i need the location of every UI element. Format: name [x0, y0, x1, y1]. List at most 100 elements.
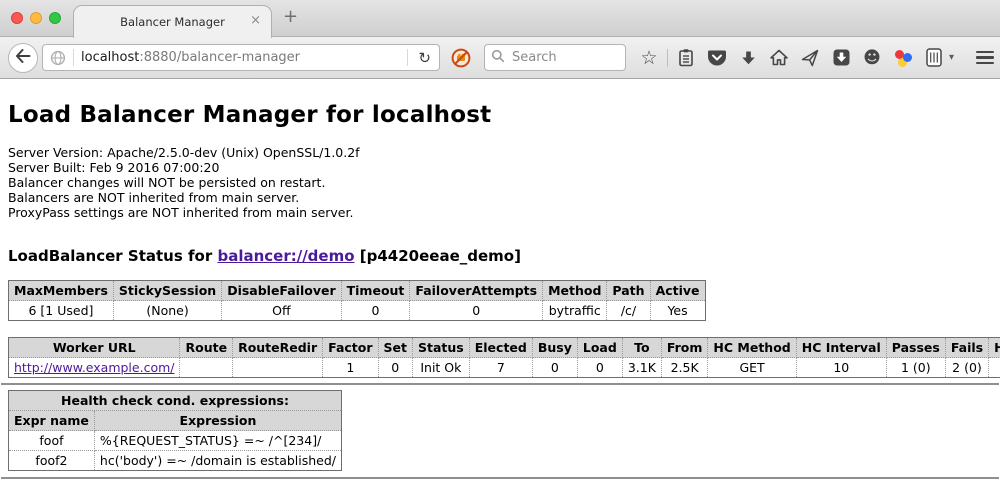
page-content: Load Balancer Manager for localhost Serv… [0, 79, 1000, 490]
back-icon [15, 48, 31, 67]
health-table-header-row: Expr name Expression [9, 411, 342, 431]
clipboard-icon[interactable] [676, 47, 696, 69]
balancer-table-row: 6 [1 Used] (None) Off 0 0 bytraffic /c/ … [9, 301, 706, 321]
smiley-icon[interactable]: ☻ [862, 47, 882, 69]
column-header: Factor [323, 338, 378, 358]
bottom-divider [1, 477, 999, 479]
zoom-window-button[interactable] [49, 12, 61, 24]
search-bar[interactable] [484, 44, 626, 71]
column-header: HC uri [989, 338, 1000, 358]
urlbar-divider [407, 49, 408, 66]
url-domain: localhost [81, 50, 139, 65]
cell-load: 0 [577, 358, 622, 378]
worker-table-row: http://www.example.com/ 1 0 Init Ok 7 0 … [9, 358, 1000, 378]
column-header: Status [413, 338, 470, 358]
cell-expression: hc('body') =~ /domain is established/ [94, 451, 341, 471]
column-header: Fails [945, 338, 988, 358]
cell-path: /c/ [607, 301, 650, 321]
search-input[interactable] [510, 49, 619, 66]
colors-icon[interactable] [893, 47, 913, 69]
url-text[interactable]: localhost:8880/balancer-manager [81, 50, 401, 65]
cell-set: 0 [378, 358, 412, 378]
column-header: Method [543, 281, 607, 301]
column-header: FailoverAttempts [410, 281, 543, 301]
column-header: RouteRedir [233, 338, 323, 358]
column-header: Path [607, 281, 650, 301]
titlebar: Balancer Manager × + [0, 0, 1000, 37]
column-header: Passes [886, 338, 945, 358]
cell-method: bytraffic [543, 301, 607, 321]
column-header: MaxMembers [9, 281, 114, 301]
dropdown-caret-icon[interactable]: ▾ [949, 52, 954, 63]
balancer-table: MaxMembers StickySession DisableFailover… [8, 280, 706, 321]
worker-table-header-row: Worker URL Route RouteRedir Factor Set S… [9, 338, 1000, 358]
url-bar[interactable]: localhost:8880/balancer-manager ↻ [42, 44, 440, 71]
column-header: Expression [94, 411, 341, 431]
send-icon[interactable] [800, 47, 820, 69]
toolbar-divider [667, 49, 668, 67]
worker-url-link[interactable]: http://www.example.com/ [14, 360, 174, 375]
new-tab-button[interactable]: + [283, 8, 298, 26]
globe-icon [50, 50, 66, 66]
home-icon[interactable] [769, 47, 789, 69]
inherit-notice-line: Balancers are NOT inherited from main se… [8, 190, 1000, 205]
column-header: Route [180, 338, 233, 358]
tab-balancer-manager[interactable]: Balancer Manager × [73, 5, 272, 38]
urlbar-divider [73, 49, 74, 66]
cell-status: Init Ok [413, 358, 470, 378]
cell-routeredir [233, 358, 323, 378]
column-header: Load [577, 338, 622, 358]
health-table-row: foof2 hc('body') =~ /domain is establish… [9, 451, 342, 471]
reload-icon[interactable]: ↻ [414, 49, 435, 67]
browser-window: Balancer Manager × + localhost:8880/bala… [0, 0, 1000, 490]
section-divider [1, 383, 999, 385]
search-icon [491, 48, 505, 67]
cell-expr-name: foof [9, 431, 95, 451]
traffic-lights [11, 12, 61, 24]
close-tab-icon[interactable]: × [250, 14, 261, 28]
container-icon[interactable] [924, 47, 944, 69]
cell-stickysession: (None) [113, 301, 221, 321]
heading-prefix: LoadBalancer Status for [8, 247, 217, 265]
balancer-demo-link[interactable]: balancer://demo [217, 247, 354, 265]
color-dots [894, 49, 912, 67]
download-arrow-icon[interactable] [738, 47, 758, 69]
balancer-status-heading: LoadBalancer Status for balancer://demo … [8, 247, 1000, 265]
server-built-line: Server Built: Feb 9 2016 07:00:20 [8, 160, 1000, 175]
bookmark-star-icon[interactable]: ☆ [639, 47, 659, 69]
column-header: StickySession [113, 281, 221, 301]
plugin-blocked-icon[interactable] [451, 48, 471, 68]
cell-active: Yes [650, 301, 705, 321]
cell-expression: %{REQUEST_STATUS} =~ /^[234]/ [94, 431, 341, 451]
toolbar-buttons: ☆ ☻ [639, 47, 954, 69]
server-info: Server Version: Apache/2.5.0-dev (Unix) … [8, 145, 1000, 220]
cell-hc-method: GET [708, 358, 796, 378]
cell-elected: 7 [469, 358, 532, 378]
worker-table: Worker URL Route RouteRedir Factor Set S… [8, 337, 1000, 378]
column-header: From [661, 338, 708, 358]
cell-hc-uri [989, 358, 1000, 378]
health-table-title: Health check cond. expressions: [9, 391, 342, 411]
url-path: :8880/balancer-manager [139, 50, 300, 65]
column-header: Active [650, 281, 705, 301]
column-header: Expr name [9, 411, 95, 431]
cell-to: 3.1K [622, 358, 661, 378]
menu-icon[interactable] [976, 51, 994, 65]
cell-worker-url: http://www.example.com/ [9, 358, 180, 378]
navigation-toolbar: localhost:8880/balancer-manager ↻ ☆ [0, 37, 1000, 79]
cell-hc-interval: 10 [796, 358, 886, 378]
heading-suffix: [p4420eeae_demo] [355, 247, 521, 265]
close-window-button[interactable] [11, 12, 23, 24]
column-header: Timeout [341, 281, 410, 301]
back-button[interactable] [8, 43, 38, 73]
downloads-box-icon[interactable] [831, 47, 851, 69]
column-header: Worker URL [9, 338, 180, 358]
cell-fails: 2 (0) [945, 358, 988, 378]
minimize-window-button[interactable] [30, 12, 42, 24]
pocket-icon[interactable] [707, 47, 727, 69]
cell-passes: 1 (0) [886, 358, 945, 378]
cell-from: 2.5K [661, 358, 708, 378]
health-check-table: Health check cond. expressions: Expr nam… [8, 390, 342, 471]
column-header: Set [378, 338, 412, 358]
cell-timeout: 0 [341, 301, 410, 321]
